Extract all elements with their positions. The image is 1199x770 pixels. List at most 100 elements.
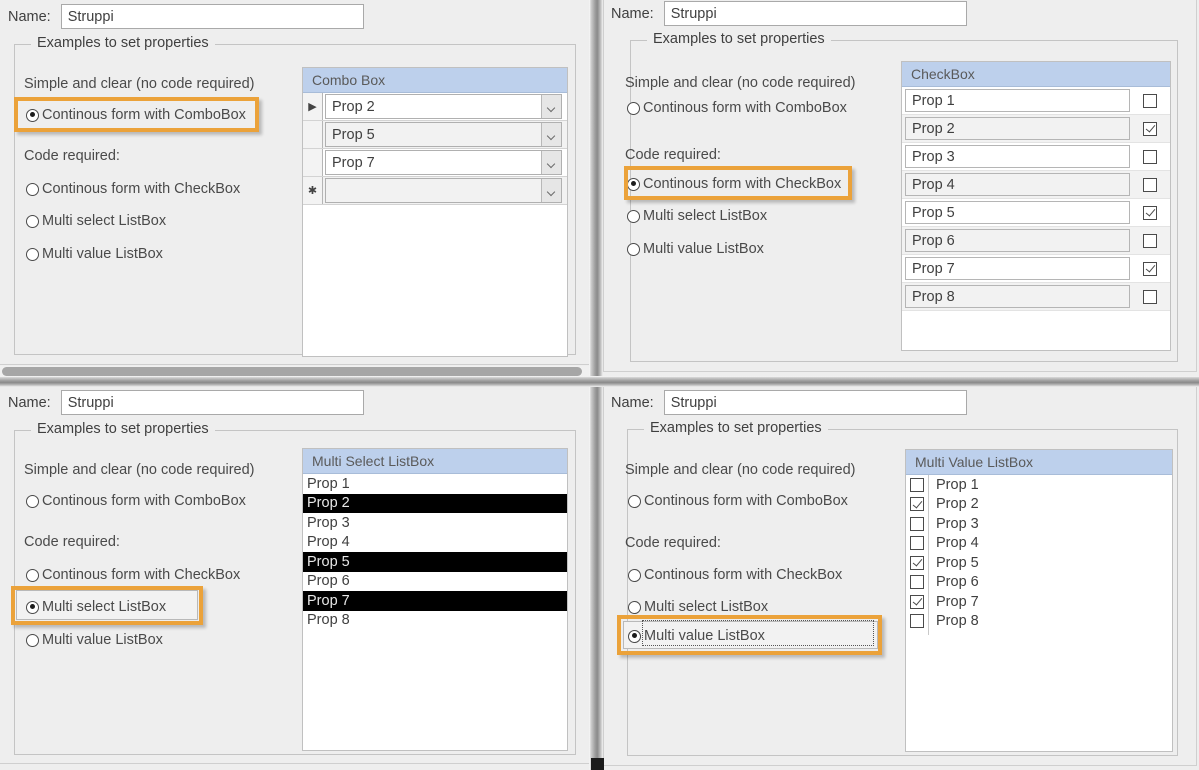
- checkbox-row[interactable]: Prop 2: [902, 115, 1170, 143]
- checkbox-row[interactable]: Prop 3: [902, 143, 1170, 171]
- checkbox-checked-icon[interactable]: [1143, 261, 1157, 276]
- radio-multiselect-br[interactable]: Multi select ListBox: [628, 599, 768, 615]
- radio-checkbox-tr[interactable]: Continous form with CheckBox: [627, 176, 841, 192]
- radio-multivalue-bl[interactable]: Multi value ListBox: [26, 632, 163, 648]
- checkbox-checked-icon[interactable]: [910, 594, 924, 609]
- row-checkbox-cell[interactable]: [1130, 205, 1170, 220]
- record-selector[interactable]: [303, 121, 323, 148]
- name-input[interactable]: [663, 1, 967, 26]
- combobox-row[interactable]: ▶ Prop 2: [303, 93, 567, 121]
- row-textbox[interactable]: Prop 3: [905, 145, 1130, 168]
- multivalue-item[interactable]: Prop 4: [906, 534, 1172, 554]
- radio-combobox-tl[interactable]: Continous form with ComboBox: [26, 107, 246, 123]
- row-checkbox-cell[interactable]: [1130, 121, 1170, 136]
- listbox-item[interactable]: Prop 6: [303, 571, 567, 591]
- combobox-control[interactable]: Prop 7: [325, 150, 562, 175]
- chevron-down-icon[interactable]: [541, 123, 561, 146]
- multivalue-checkbox-cell[interactable]: [906, 614, 928, 629]
- checkbox-unchecked-icon[interactable]: [910, 575, 924, 590]
- checkbox-row[interactable]: Prop 5: [902, 199, 1170, 227]
- checkbox-unchecked-icon[interactable]: [1143, 93, 1157, 108]
- chevron-down-icon[interactable]: [541, 151, 561, 174]
- panel-multiselect[interactable]: Multi Select ListBox Prop 1 Prop 2 Prop 3P…: [302, 448, 568, 751]
- checkbox-checked-icon[interactable]: [910, 497, 924, 512]
- checkbox-unchecked-icon[interactable]: [1143, 177, 1157, 192]
- checkbox-row[interactable]: Prop 8: [902, 283, 1170, 311]
- checkbox-unchecked-icon[interactable]: [1143, 233, 1157, 248]
- row-textbox[interactable]: Prop 2: [905, 117, 1130, 140]
- multivalue-item[interactable]: Prop 5: [906, 553, 1172, 573]
- name-input[interactable]: [663, 390, 967, 415]
- name-input[interactable]: [60, 390, 364, 415]
- multivalue-checkbox-cell[interactable]: [906, 536, 928, 551]
- row-checkbox-cell[interactable]: [1130, 93, 1170, 108]
- multivalue-checkbox-cell[interactable]: [906, 555, 928, 570]
- radio-checkbox-bl[interactable]: Continous form with CheckBox: [26, 567, 240, 583]
- radio-multiselect-bl[interactable]: Multi select ListBox: [26, 599, 166, 615]
- checkbox-unchecked-icon[interactable]: [1143, 149, 1157, 164]
- radio-combobox-bl[interactable]: Continous form with ComboBox: [26, 493, 246, 509]
- radio-checkbox-tl[interactable]: Continous form with CheckBox: [26, 181, 240, 197]
- checkbox-row[interactable]: Prop 1: [902, 87, 1170, 115]
- listbox-item[interactable]: Prop 5: [303, 552, 567, 572]
- row-checkbox-cell[interactable]: [1130, 261, 1170, 276]
- checkbox-checked-icon[interactable]: [1143, 121, 1157, 136]
- combobox-row[interactable]: ✱: [303, 177, 567, 205]
- multivalue-list[interactable]: Prop 1 Prop 2 Prop 3 Prop 4 Prop 5 Prop 6 Prop…: [906, 475, 1172, 631]
- row-checkbox-cell[interactable]: [1130, 149, 1170, 164]
- panel-multivalue[interactable]: Multi Value ListBox Prop 1 Prop 2 Prop 3 Pr…: [905, 449, 1173, 752]
- row-checkbox-cell[interactable]: [1130, 289, 1170, 304]
- current-record-marker-icon[interactable]: ▶: [303, 93, 323, 120]
- radio-checkbox-br[interactable]: Continous form with CheckBox: [628, 567, 842, 583]
- hscrollbar-thumb-tl[interactable]: [2, 367, 582, 376]
- row-textbox[interactable]: Prop 8: [905, 285, 1130, 308]
- combobox-control[interactable]: Prop 2: [325, 94, 562, 119]
- radio-multivalue-tl[interactable]: Multi value ListBox: [26, 246, 163, 262]
- name-input[interactable]: [60, 4, 364, 29]
- listbox-item[interactable]: Prop 1: [303, 474, 567, 494]
- multivalue-item[interactable]: Prop 8: [906, 612, 1172, 632]
- multivalue-checkbox-cell[interactable]: [906, 594, 928, 609]
- listbox-item[interactable]: Prop 3: [303, 513, 567, 533]
- combobox-control[interactable]: Prop 5: [325, 122, 562, 147]
- listbox-item[interactable]: Prop 7: [303, 591, 567, 611]
- checkbox-row[interactable]: Prop 6: [902, 227, 1170, 255]
- record-selector[interactable]: [303, 149, 323, 176]
- checkbox-unchecked-icon[interactable]: [910, 614, 924, 629]
- checkbox-unchecked-icon[interactable]: [1143, 289, 1157, 304]
- checkbox-unchecked-icon[interactable]: [910, 516, 924, 531]
- listbox-item[interactable]: Prop 4: [303, 532, 567, 552]
- checkbox-unchecked-icon[interactable]: [910, 536, 924, 551]
- combobox-row[interactable]: Prop 5: [303, 121, 567, 149]
- radio-multiselect-tl[interactable]: Multi select ListBox: [26, 213, 166, 229]
- chevron-down-icon[interactable]: [541, 95, 561, 118]
- row-checkbox-cell[interactable]: [1130, 233, 1170, 248]
- multivalue-checkbox-cell[interactable]: [906, 516, 928, 531]
- multivalue-item[interactable]: Prop 7: [906, 592, 1172, 612]
- multivalue-item[interactable]: Prop 2: [906, 495, 1172, 515]
- radio-multivalue-tr[interactable]: Multi value ListBox: [627, 241, 764, 257]
- multivalue-item[interactable]: Prop 1: [906, 475, 1172, 495]
- checkbox-row[interactable]: Prop 7: [902, 255, 1170, 283]
- multivalue-checkbox-cell[interactable]: [906, 575, 928, 590]
- row-textbox[interactable]: Prop 1: [905, 89, 1130, 112]
- combobox-row[interactable]: Prop 7: [303, 149, 567, 177]
- row-textbox[interactable]: Prop 6: [905, 229, 1130, 252]
- radio-multiselect-tr[interactable]: Multi select ListBox: [627, 208, 767, 224]
- row-textbox[interactable]: Prop 7: [905, 257, 1130, 280]
- listbox-item[interactable]: Prop 8: [303, 610, 567, 630]
- row-textbox[interactable]: Prop 5: [905, 201, 1130, 224]
- chevron-down-icon[interactable]: [541, 179, 561, 202]
- multivalue-item[interactable]: Prop 6: [906, 573, 1172, 593]
- row-textbox[interactable]: Prop 4: [905, 173, 1130, 196]
- multivalue-checkbox-cell[interactable]: [906, 477, 928, 492]
- checkbox-unchecked-icon[interactable]: [910, 477, 924, 492]
- row-checkbox-cell[interactable]: [1130, 177, 1170, 192]
- checkbox-checked-icon[interactable]: [910, 555, 924, 570]
- multiselect-list[interactable]: Prop 1 Prop 2 Prop 3 Prop 4 Prop 5 Prop 6 Prop…: [303, 474, 567, 630]
- checkbox-checked-icon[interactable]: [1143, 205, 1157, 220]
- listbox-item[interactable]: Prop 2: [303, 493, 567, 513]
- radio-combobox-br[interactable]: Continous form with ComboBox: [628, 493, 848, 509]
- multivalue-checkbox-cell[interactable]: [906, 497, 928, 512]
- radio-combobox-tr[interactable]: Continous form with ComboBox: [627, 100, 847, 116]
